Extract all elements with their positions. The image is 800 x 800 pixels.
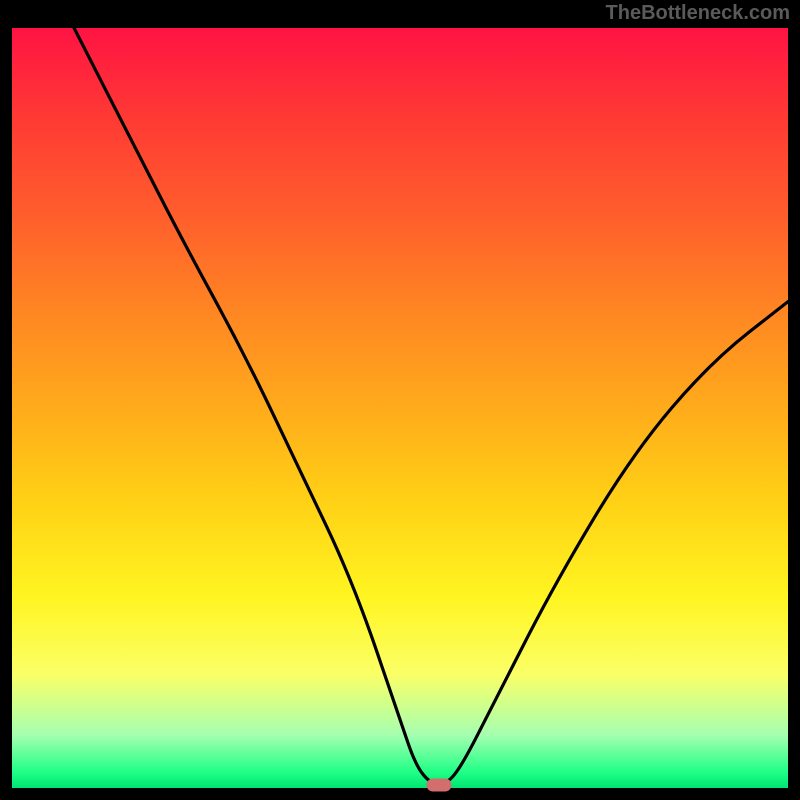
plot-area — [12, 28, 788, 788]
bottleneck-curve — [12, 28, 788, 788]
curve-path — [74, 28, 788, 784]
chart-frame: TheBottleneck.com — [0, 0, 800, 800]
watermark-text: TheBottleneck.com — [606, 2, 790, 25]
bottleneck-marker — [426, 778, 451, 791]
